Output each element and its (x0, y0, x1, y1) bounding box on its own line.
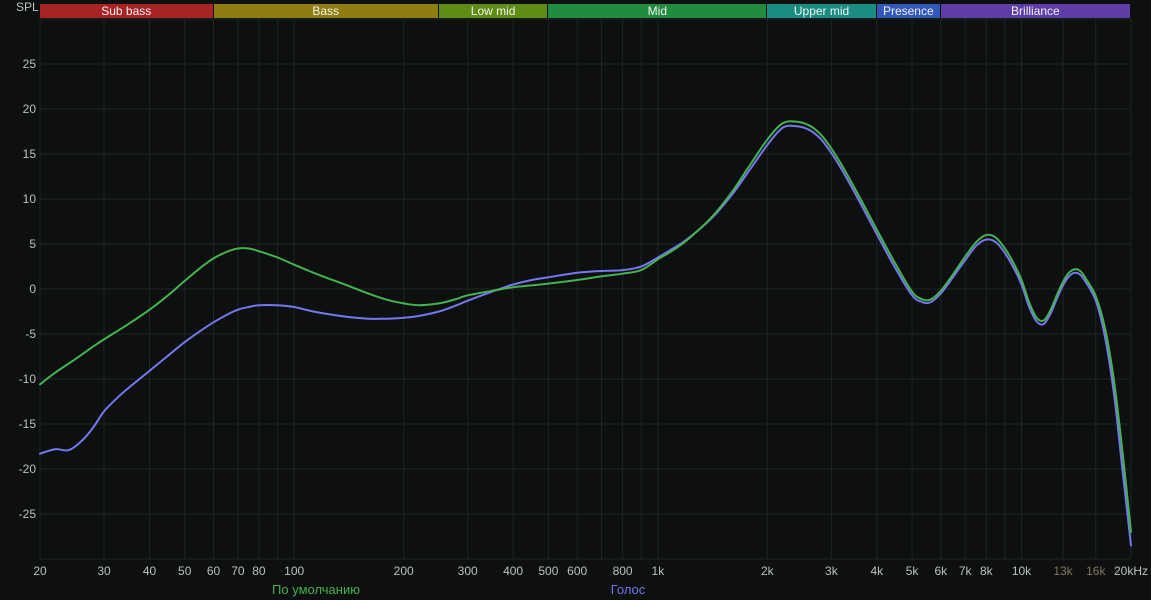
y-tick-label: 15 (23, 147, 37, 161)
x-tick-label-300: 300 (458, 564, 478, 578)
y-tick-label: 25 (23, 57, 37, 71)
curve-default-preset (39, 120, 1132, 533)
x-tick-label-40: 40 (143, 564, 157, 578)
x-tick-label-5k: 5k (906, 564, 920, 578)
x-tick-label-8k: 8k (980, 564, 994, 578)
x-tick-label-400: 400 (503, 564, 523, 578)
x-tick-label-500: 500 (538, 564, 558, 578)
x-tick-label-4k: 4k (870, 564, 884, 578)
x-tick-label-16k: 16k (1086, 564, 1106, 578)
frequency-response-chart: 2520151050-5-10-15-20-2520 30 40 50 60 70 80 10… (19, 18, 1148, 578)
y-tick-label: -20 (19, 462, 37, 476)
gridlines (39, 18, 1132, 560)
legend-item-default-preset[interactable]: По умолчанию (272, 582, 360, 597)
band-sub-bass: Sub bass (40, 4, 213, 18)
band-bass: Bass (213, 4, 438, 18)
x-tick-label-80: 80 (252, 564, 266, 578)
x-tick-label-1k: 1k (652, 564, 666, 578)
x-tick-label-2k: 2k (761, 564, 775, 578)
y-tick-label: 5 (29, 237, 36, 251)
y-tick-label: -5 (25, 327, 36, 341)
band-low-mid: Low mid (438, 4, 548, 18)
x-tick-label-800: 800 (613, 564, 633, 578)
curve-voice-preset (39, 124, 1132, 547)
curves (39, 120, 1132, 547)
y-tick-label: -10 (19, 372, 37, 386)
x-tick-label-7k: 7k (959, 564, 973, 578)
band-upper-mid: Upper mid (767, 4, 876, 18)
y-tick-label: 20 (23, 102, 37, 116)
y-tick-label: 0 (29, 282, 36, 296)
x-tick-label-20kHz: 20kHz (1114, 564, 1148, 578)
band-brilliance: Brilliance (940, 4, 1130, 18)
y-tick-label: -25 (19, 507, 37, 521)
x-tick-label-200: 200 (394, 564, 414, 578)
x-tick-label-100: 100 (284, 564, 304, 578)
equalizer-frequency-response-screen: 25 20 15 10 5 0 -5 -10 -15 -20 -25 20 30 40 50 60 70 80 10… (0, 0, 1151, 600)
x-tick-label-60: 60 (207, 564, 221, 578)
x-tick-label-3k: 3k (825, 564, 839, 578)
legend-item-voice-preset[interactable]: Голос (611, 582, 646, 597)
x-tick-label-6k: 6k (934, 564, 948, 578)
x-tick-label-20: 20 (33, 564, 47, 578)
x-tick-label-10k: 10k (1012, 564, 1032, 578)
x-tick-label-50: 50 (178, 564, 192, 578)
band-mid: Mid (548, 4, 767, 18)
band-presence: Presence (876, 4, 940, 18)
x-axis-ticks: 20 30 40 50 60 70 80 100 200 300 400 500 600 800 1k 2k 3… (33, 564, 1148, 578)
frequency-bands-bar: Sub bass Bass Low mid Mid Upper mid Presence B… (0, 0, 1151, 18)
x-tick-label-70: 70 (231, 564, 245, 578)
y-axis-ticks: 25 20 15 10 5 0 -5 -10 -15 -20 -25 (19, 57, 37, 521)
x-tick-label-13k: 13k (1053, 564, 1073, 578)
y-tick-label: -15 (19, 417, 37, 431)
y-tick-label: 10 (23, 192, 37, 206)
x-tick-label-600: 600 (567, 564, 587, 578)
x-tick-label-30: 30 (97, 564, 111, 578)
